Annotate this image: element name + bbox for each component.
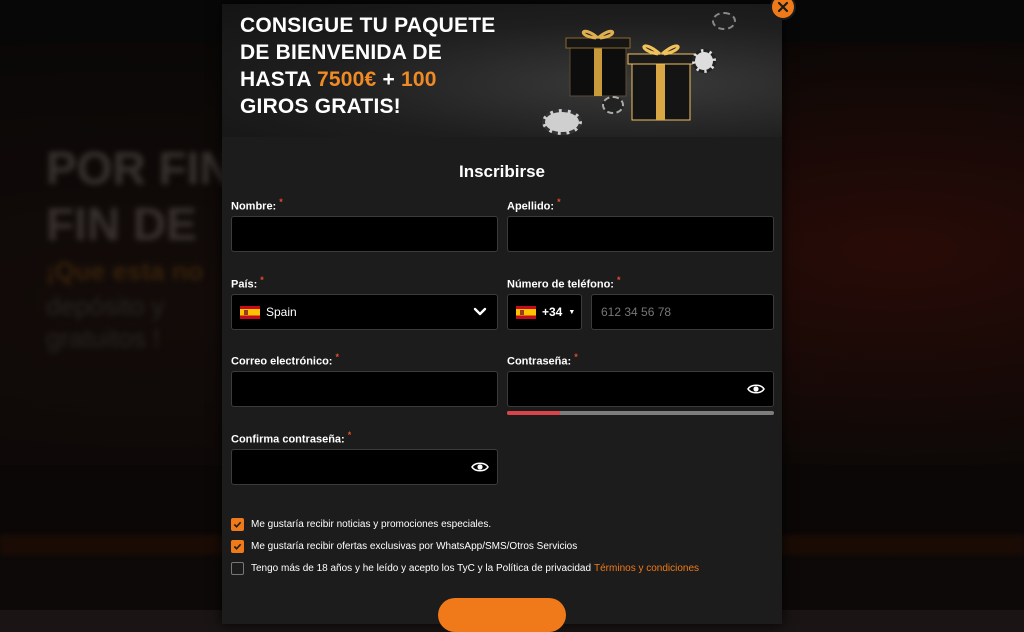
last-name-label: Apellido: * xyxy=(507,197,561,213)
phone-input[interactable]: 612 34 56 78 xyxy=(591,294,774,330)
submit-button[interactable] xyxy=(438,598,566,632)
bonus-amount: 7500€ xyxy=(317,68,377,91)
free-spins-count: 100 xyxy=(400,68,437,91)
required-mark: * xyxy=(574,352,578,362)
country-value: Spain xyxy=(266,305,297,319)
banner-line-3: HASTA 7500€ + 100 xyxy=(240,68,437,91)
phone-label: Número de teléfono: * xyxy=(507,275,621,291)
show-password-eye-icon[interactable] xyxy=(747,382,765,396)
spain-flag-icon xyxy=(240,305,260,319)
email-input[interactable] xyxy=(231,371,498,407)
country-select[interactable]: Spain xyxy=(231,294,498,330)
welcome-banner-text: CONSIGUE TU PAQUETE DE BIENVENIDA DE HAS… xyxy=(240,12,530,120)
newsletter-checkbox[interactable] xyxy=(231,518,244,531)
close-icon xyxy=(777,1,789,13)
password-strength-bar xyxy=(507,411,774,415)
banner-line-4: GIROS GRATIS! xyxy=(240,95,401,118)
country-label: País: * xyxy=(231,275,264,291)
spain-flag-icon xyxy=(516,305,536,319)
poker-chip-icon xyxy=(712,12,736,30)
newsletter-checkbox-label: Me gustaría recibir noticias y promocion… xyxy=(251,519,492,530)
required-mark: * xyxy=(557,197,561,207)
banner-line-1: CONSIGUE TU PAQUETE xyxy=(240,14,496,37)
terms-checkbox-label: Tengo más de 18 años y he leído y acepto… xyxy=(251,563,592,574)
email-label: Correo electrónico: * xyxy=(231,352,339,368)
phone-placeholder: 612 34 56 78 xyxy=(601,305,672,319)
terms-checkbox-row[interactable]: Tengo más de 18 años y he leído y acepto… xyxy=(231,562,699,575)
phone-code-select[interactable]: +34 ▼ xyxy=(507,294,582,330)
required-mark: * xyxy=(335,352,339,362)
welcome-banner: CONSIGUE TU PAQUETE DE BIENVENIDA DE HAS… xyxy=(222,4,782,137)
signup-modal: CONSIGUE TU PAQUETE DE BIENVENIDA DE HAS… xyxy=(222,0,796,632)
gift-box-icon xyxy=(627,44,695,121)
confirm-password-label: Confirma contraseña: * xyxy=(231,430,352,446)
poker-chip-icon xyxy=(692,49,716,73)
poker-chip-icon xyxy=(602,96,624,114)
required-mark: * xyxy=(279,197,283,207)
chevron-down-icon xyxy=(473,307,487,316)
whatsapp-checkbox-row[interactable]: Me gustaría recibir ofertas exclusivas p… xyxy=(231,540,577,553)
first-name-input[interactable] xyxy=(231,216,498,252)
password-label: Contraseña: * xyxy=(507,352,578,368)
form-title: Inscribirse xyxy=(459,162,545,181)
last-name-input[interactable] xyxy=(507,216,774,252)
whatsapp-offers-checkbox[interactable] xyxy=(231,540,244,553)
terms-checkbox[interactable] xyxy=(231,562,244,575)
confirm-password-input[interactable] xyxy=(231,449,498,485)
newsletter-checkbox-row[interactable]: Me gustaría recibir noticias y promocion… xyxy=(231,518,491,531)
password-strength-fill xyxy=(507,411,561,415)
banner-line-2: DE BIENVENIDA DE xyxy=(240,41,442,64)
phone-code-value: +34 xyxy=(542,305,563,319)
required-mark: * xyxy=(347,430,352,440)
required-mark: * xyxy=(616,275,621,285)
password-input[interactable] xyxy=(507,371,774,407)
check-icon xyxy=(233,543,242,550)
poker-chip-icon xyxy=(542,109,582,135)
first-name-label: Nombre: * xyxy=(231,197,283,213)
check-icon xyxy=(233,521,242,528)
caret-down-icon: ▼ xyxy=(568,308,576,316)
required-mark: * xyxy=(260,275,264,285)
whatsapp-offers-checkbox-label: Me gustaría recibir ofertas exclusivas p… xyxy=(251,541,578,552)
show-password-eye-icon[interactable] xyxy=(471,460,489,474)
terms-link[interactable]: Términos y condiciones xyxy=(594,563,699,574)
